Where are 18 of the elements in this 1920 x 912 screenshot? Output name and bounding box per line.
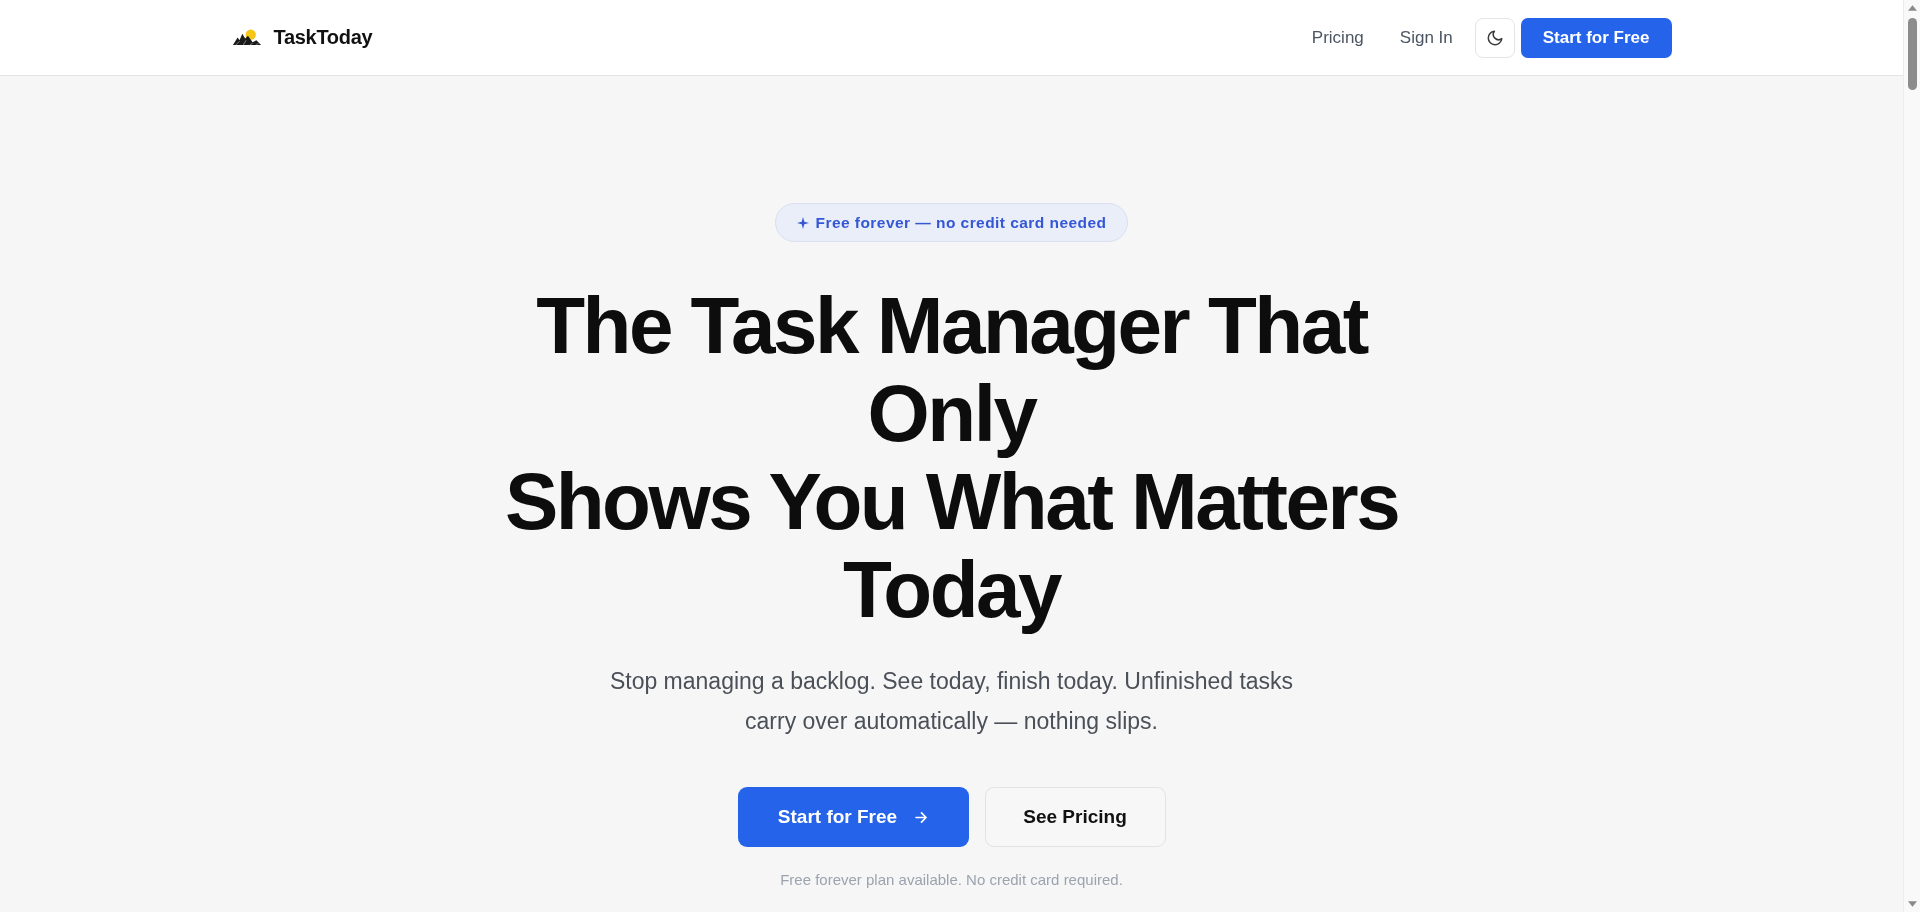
nav-link[interactable]: Sign In (1399, 27, 1453, 48)
badge-text: Free forever — no credit card needed (815, 213, 1107, 232)
scrollbar-thumb[interactable] (1907, 18, 1917, 90)
sparkle-icon (796, 216, 809, 229)
theme-toggle-button[interactable] (1474, 17, 1515, 58)
moon-icon (1485, 28, 1504, 47)
mountain-sun-logo-icon (231, 28, 262, 47)
arrow-right-icon (915, 811, 929, 823)
hero-subtitle: Stop managing a backlog. See today, finish today. Unfinished tasks carry over automatically — nothing slips. (608, 667, 1295, 736)
nav-link[interactable]: Pricing (1311, 27, 1364, 48)
see-pricing-button[interactable]: See Pricing (984, 787, 1166, 847)
brand-name[interactable]: TaskToday (273, 26, 373, 49)
start-for-free-button[interactable]: Start for Free (1520, 17, 1672, 58)
hero-headline: The Task Manager That Only Shows You What Matters Today (503, 282, 1400, 634)
start-for-free-button[interactable]: Start for Free (737, 787, 969, 847)
scroll-up-icon[interactable] (1907, 5, 1917, 11)
scroll-down-icon[interactable] (1907, 901, 1917, 907)
plan-note: Free forever plan available. No credit card required. (780, 870, 1123, 890)
